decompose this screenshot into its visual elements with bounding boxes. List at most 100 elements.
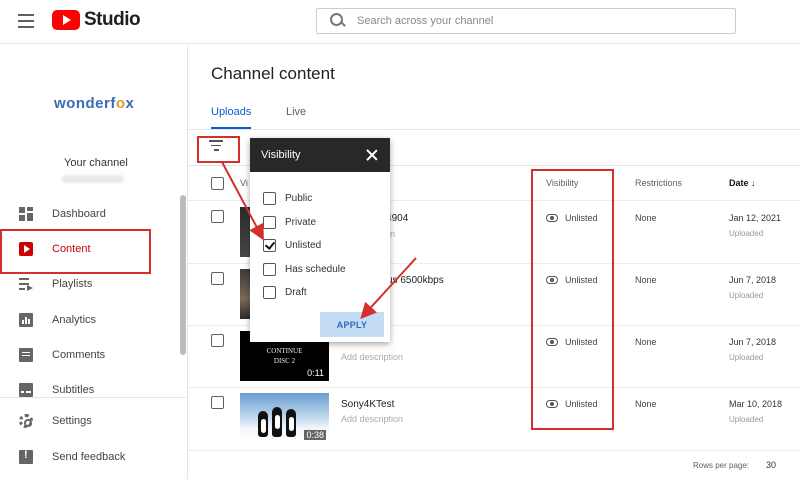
sidebar-item-label: Dashboard	[52, 208, 106, 220]
select-all-checkbox[interactable]	[211, 177, 224, 190]
content-icon	[19, 242, 33, 256]
tabs-divider	[188, 129, 800, 130]
option-label: Public	[285, 193, 313, 204]
restrictions-value: None	[635, 275, 657, 285]
studio-logo[interactable]: Studio	[52, 9, 141, 31]
sidebar-item-dashboard[interactable]: Dashboard	[0, 197, 186, 231]
your-channel-label: Your channel	[64, 157, 128, 169]
visibility-cell[interactable]: Unlisted	[546, 399, 598, 409]
search-input[interactable]	[357, 15, 735, 27]
visibility-option-has-schedule[interactable]: Has schedule	[263, 263, 346, 276]
sidebar-item-label: Analytics	[52, 314, 97, 326]
thumbnail-text: CONTINUE DISC 2	[240, 346, 329, 366]
video-duration: 0:38	[304, 430, 326, 440]
video-duration: 0:11	[305, 368, 326, 378]
date-value: Mar 10, 2018	[729, 399, 783, 409]
filter-icon[interactable]	[208, 140, 224, 152]
tab-live[interactable]: Live	[286, 106, 306, 118]
checkbox-icon[interactable]	[263, 216, 276, 229]
sidebar-item-settings[interactable]: Settings	[0, 404, 186, 438]
restrictions-value: None	[635, 337, 657, 347]
column-header-restrictions[interactable]: Restrictions	[635, 178, 682, 188]
menu-icon[interactable]	[18, 14, 34, 28]
feedback-icon	[19, 449, 33, 464]
date-value: Jan 12, 2021	[729, 213, 782, 223]
video-description: Add description	[341, 414, 404, 424]
visibility-cell[interactable]: Unlisted	[546, 337, 598, 347]
restrictions-value: None	[635, 213, 657, 223]
visibility-value: Unlisted	[565, 337, 598, 347]
eye-icon	[546, 214, 558, 222]
row-checkbox[interactable]	[211, 334, 224, 347]
restrictions-value: None	[635, 399, 657, 409]
eye-icon	[546, 400, 558, 408]
tab-uploads[interactable]: Uploads	[211, 106, 251, 118]
thumbnail-text-line2: DISC 2	[273, 357, 296, 365]
upload-status: Uploaded	[729, 353, 764, 362]
channel-avatar-logo[interactable]: wonderfox	[54, 95, 134, 112]
video-thumbnail[interactable]: 0:38	[240, 393, 329, 443]
checkbox-icon[interactable]	[263, 192, 276, 205]
annotation-box-visibility-column	[531, 169, 614, 430]
eye-icon	[546, 338, 558, 346]
sidebar-item-send-feedback[interactable]: Send feedback	[0, 440, 186, 474]
sidebar-item-analytics[interactable]: Analytics	[0, 303, 186, 337]
video-title[interactable]: Sony4KTest	[341, 399, 394, 410]
penguin-graphic	[258, 411, 268, 437]
row-checkbox[interactable]	[211, 396, 224, 409]
penguin-graphic	[286, 409, 296, 437]
visibility-value: Unlisted	[565, 275, 598, 285]
close-icon[interactable]	[366, 149, 378, 161]
rows-per-page-select[interactable]: 30	[766, 460, 776, 470]
visibility-option-public[interactable]: Public	[263, 192, 312, 205]
visibility-cell[interactable]: Unlisted	[546, 213, 598, 223]
popup-header: Visibility	[250, 138, 390, 172]
checkbox-icon[interactable]	[263, 263, 276, 276]
logo-text: Studio	[84, 9, 141, 30]
search-box[interactable]	[316, 8, 736, 34]
row-checkbox[interactable]	[211, 210, 224, 223]
video-title[interactable]: us 6500kbps	[387, 275, 444, 286]
visibility-cell[interactable]: Unlisted	[546, 275, 598, 285]
upload-status: Uploaded	[729, 291, 764, 300]
visibility-option-private[interactable]: Private	[263, 216, 316, 229]
table-footer-divider	[188, 450, 800, 451]
video-description: Add description	[341, 352, 404, 362]
sidebar-item-label: Comments	[52, 349, 106, 361]
sidebar-item-label: Subtitles	[52, 384, 95, 396]
visibility-filter-popup: Visibility Public Private Unlisted Has s…	[250, 138, 390, 342]
visibility-option-draft[interactable]: Draft	[263, 286, 307, 299]
checkbox-checked-icon[interactable]	[263, 239, 276, 252]
column-header-video[interactable]: Vi	[240, 178, 248, 188]
sidebar-item-label: Send feedback	[52, 451, 126, 463]
search-icon	[327, 9, 351, 33]
sidebar-item-subtitles[interactable]: Subtitles	[0, 373, 186, 407]
penguin-graphic	[272, 407, 282, 437]
upload-status: Uploaded	[729, 229, 764, 238]
option-label: Has schedule	[285, 264, 346, 275]
row-divider	[188, 387, 800, 388]
thumbnail-text-line1: CONTINUE	[266, 347, 303, 355]
channel-name-blurred	[62, 175, 124, 183]
apply-button[interactable]: APPLY	[320, 312, 384, 337]
checkbox-icon[interactable]	[263, 286, 276, 299]
option-label: Unlisted	[285, 240, 322, 251]
analytics-icon	[19, 313, 33, 327]
sidebar-item-comments[interactable]: Comments	[0, 338, 186, 372]
sidebar-item-content[interactable]: Content	[0, 232, 186, 266]
sidebar-scrollbar[interactable]	[180, 195, 186, 355]
option-label: Private	[285, 217, 317, 228]
visibility-value: Unlisted	[565, 213, 598, 223]
playlists-icon	[19, 277, 33, 291]
youtube-play-icon	[52, 10, 80, 30]
row-checkbox[interactable]	[211, 272, 224, 285]
column-header-date[interactable]: Date ↓	[729, 178, 756, 188]
dashboard-icon	[19, 207, 33, 221]
column-header-visibility[interactable]: Visibility	[546, 178, 578, 188]
sidebar-item-label: Content	[52, 243, 91, 255]
visibility-option-unlisted[interactable]: Unlisted	[263, 239, 321, 252]
sidebar: wonderfox Your channel Dashboard Content…	[0, 45, 188, 479]
subtitles-icon	[19, 383, 33, 397]
sidebar-item-playlists[interactable]: Playlists	[0, 267, 186, 301]
date-value: Jun 7, 2018	[729, 275, 777, 285]
